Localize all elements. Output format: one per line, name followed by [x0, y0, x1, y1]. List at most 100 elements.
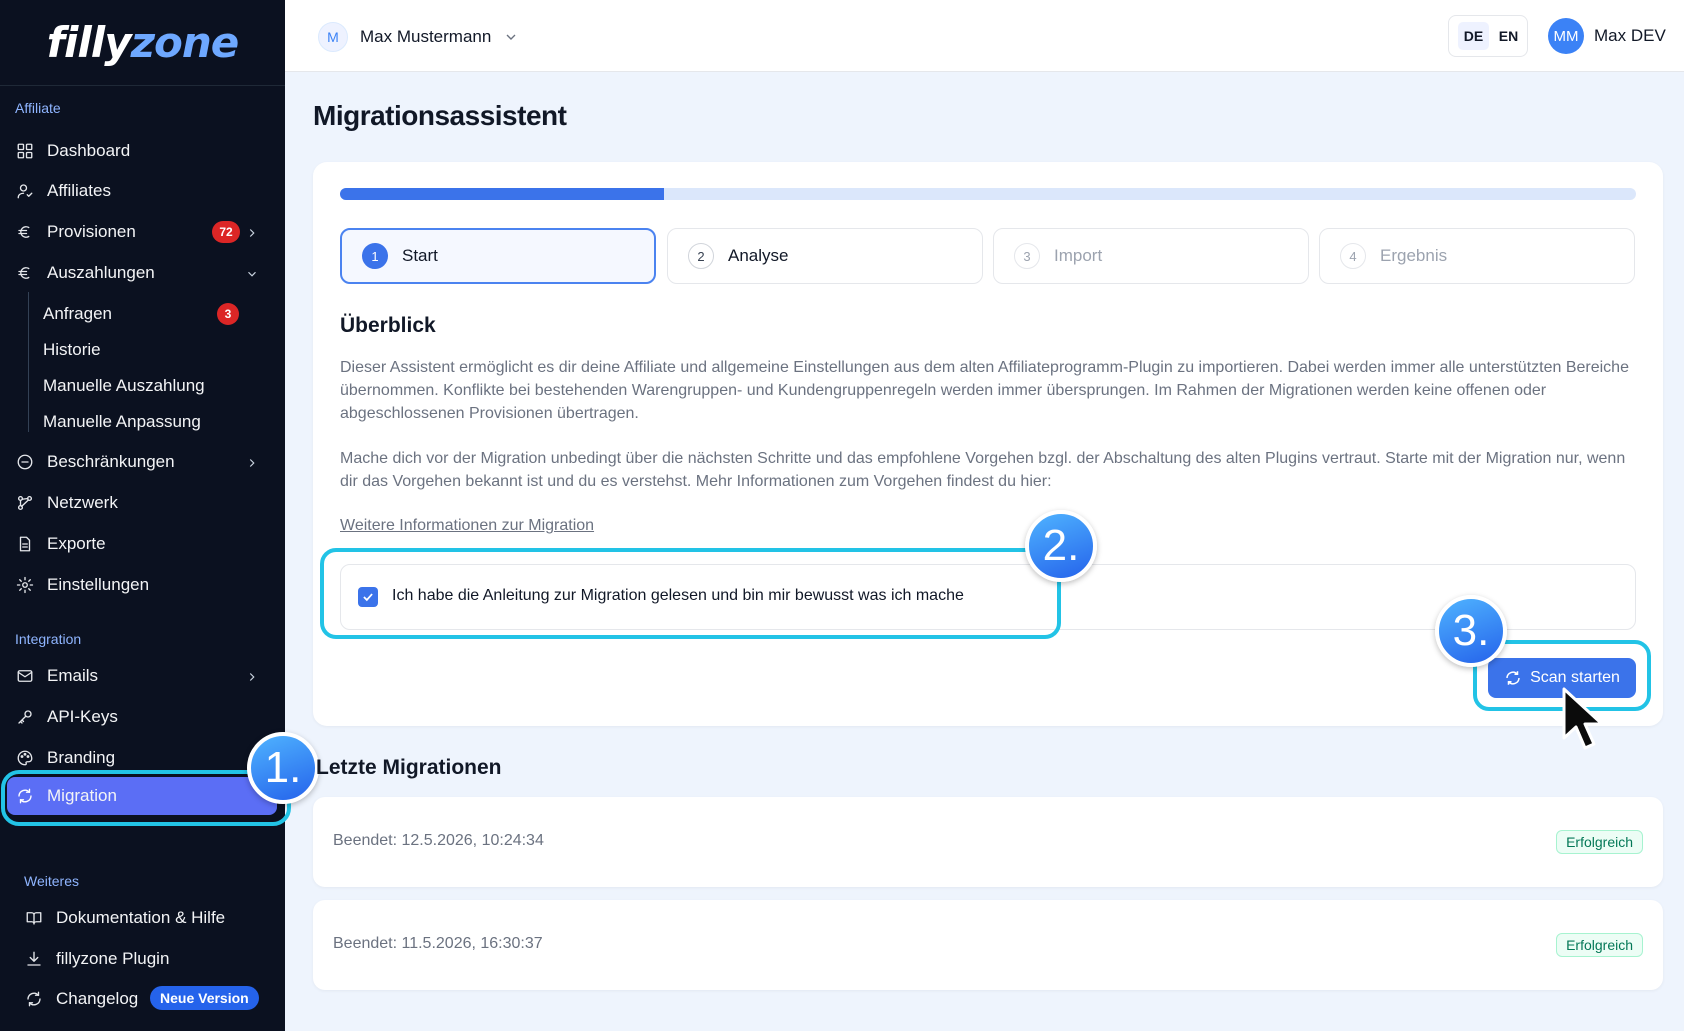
sidebar-item-dashboard[interactable]: Dashboard: [15, 133, 267, 169]
step-label: Import: [1054, 246, 1103, 265]
download-icon: [24, 949, 44, 969]
step-number: 1: [362, 243, 388, 269]
overview-paragraph-2: Mache dich vor der Migration unbedingt ü…: [340, 450, 1626, 490]
sidebar-item-emails[interactable]: Emails: [15, 658, 267, 694]
sidebar-item-affiliates[interactable]: Affiliates: [15, 173, 267, 209]
minus-circle-icon: [15, 452, 35, 472]
sidebar-item-auszahlungen[interactable]: Auszahlungen: [15, 255, 267, 291]
sidebar-item-label: Beschränkungen: [47, 452, 175, 471]
sidebar-subitem-historie[interactable]: Historie: [43, 340, 101, 360]
status-badge: Erfolgreich: [1556, 933, 1643, 957]
step-label: Analyse: [728, 246, 789, 265]
migration-row-text: Beendet: 12.5.2026, 10:24:34: [333, 832, 544, 849]
language-switch: DE EN: [1448, 15, 1528, 57]
sidebar-item-label: fillyzone Plugin: [56, 949, 170, 968]
sidebar-item-docs[interactable]: Dokumentation & Hilfe: [24, 900, 276, 936]
provisionen-count-badge: 72: [212, 221, 240, 243]
annotation-step-1: 1.: [247, 732, 319, 804]
step-tab-import[interactable]: 3 Import: [993, 228, 1309, 284]
grid-icon: [15, 141, 35, 161]
status-badge: Erfolgreich: [1556, 830, 1643, 854]
key-icon: [15, 707, 35, 727]
overview-paragraph-1: Dieser Assistent ermöglicht es dir deine…: [340, 359, 1629, 422]
sidebar-item-label: Einstellungen: [47, 575, 150, 594]
sidebar-item-label: Exporte: [47, 534, 106, 553]
sidebar: filly zone Affiliate Dashboard Affiliates…: [0, 0, 319, 1031]
sidebar-item-netzwerk[interactable]: Netzwerk: [15, 485, 267, 521]
step-number: 4: [1340, 243, 1366, 269]
account-menu[interactable]: MM Max DEV: [1548, 18, 1666, 54]
chevron-right-icon: [245, 669, 259, 683]
book-icon: [24, 908, 44, 928]
step-number: 2: [688, 243, 714, 269]
sidebar-item-api-keys[interactable]: API-Keys: [15, 699, 267, 735]
refresh-icon: [24, 989, 44, 1009]
user-name: Max Mustermann: [360, 27, 492, 46]
progress-bar-fill: [340, 188, 664, 200]
account-name: Max DEV: [1594, 26, 1666, 45]
user-selector[interactable]: M Max Mustermann: [318, 22, 519, 52]
section-label-integration: Integration: [15, 631, 82, 647]
last-migrations-heading: Letzte Migrationen: [316, 756, 502, 779]
gear-icon: [15, 575, 35, 595]
step-number: 3: [1014, 243, 1040, 269]
palette-icon: [15, 748, 35, 768]
chevron-down-icon: [245, 266, 259, 280]
account-avatar: MM: [1548, 18, 1584, 54]
annotation-step-2: 2.: [1025, 510, 1097, 582]
migration-row: Beendet: 11.5.2026, 16:30:37 Erfolgreich: [313, 900, 1663, 990]
sidebar-item-beschraenkungen[interactable]: Beschränkungen: [15, 444, 267, 480]
anfragen-count-badge: 3: [217, 303, 239, 325]
highlight-ring-checkbox: [320, 548, 1061, 639]
new-version-badge: Neue Version: [150, 986, 259, 1010]
page-title: Migrationsassistent: [313, 100, 567, 131]
sidebar-subitem-manuelle-auszahlung[interactable]: Manuelle Auszahlung: [43, 376, 205, 396]
migration-row-text: Beendet: 11.5.2026, 16:30:37: [333, 935, 543, 952]
sidebar-item-label: API-Keys: [47, 707, 118, 726]
chevron-right-icon: [245, 225, 259, 239]
network-icon: [15, 493, 35, 513]
step-tab-analyse[interactable]: 2 Analyse: [667, 228, 983, 284]
lang-de-button[interactable]: DE: [1457, 22, 1490, 50]
chevron-right-icon: [245, 455, 259, 469]
more-info-link[interactable]: Weitere Informationen zur Migration: [340, 517, 594, 535]
sidebar-item-plugin[interactable]: fillyzone Plugin: [24, 941, 276, 977]
step-tab-start[interactable]: 1 Start: [340, 228, 656, 284]
sidebar-item-einstellungen[interactable]: Einstellungen: [15, 567, 267, 603]
section-label-affiliate: Affiliate: [15, 100, 61, 116]
lang-en-button[interactable]: EN: [1499, 28, 1518, 44]
overview-heading: Überblick: [340, 314, 436, 337]
migration-row: Beendet: 12.5.2026, 10:24:34 Erfolgreich: [313, 797, 1663, 887]
step-label: Start: [402, 246, 438, 265]
sidebar-item-label: Provisionen: [47, 222, 136, 241]
sidebar-subitem-manuelle-anpassung[interactable]: Manuelle Anpassung: [43, 412, 201, 432]
sidebar-item-label: Branding: [47, 748, 116, 767]
mail-icon: [15, 666, 35, 686]
sidebar-item-label: Dokumentation & Hilfe: [56, 908, 226, 927]
chevron-down-icon: [506, 34, 516, 40]
sidebar-item-label: Emails: [47, 666, 99, 685]
euro-icon: [15, 222, 35, 242]
sidebar-item-exporte[interactable]: Exporte: [15, 526, 267, 562]
logo-text-filly: filly: [46, 18, 132, 67]
sidebar-item-label: Changelog: [56, 989, 139, 1008]
file-icon: [15, 534, 35, 554]
user-avatar: M: [318, 22, 348, 52]
sidebar-item-label: Dashboard: [47, 141, 131, 160]
section-label-more: Weiteres: [24, 873, 79, 889]
sidebar-item-label: Auszahlungen: [47, 263, 155, 282]
sidebar-subitem-anfragen[interactable]: Anfragen: [43, 304, 112, 324]
logo-text-zone: zone: [130, 18, 240, 67]
submenu-line: [28, 292, 29, 432]
euro-icon: [15, 263, 35, 283]
sidebar-item-label: Affiliates: [47, 181, 111, 200]
annotation-step-3: 3.: [1435, 595, 1507, 667]
sidebar-item-provisionen[interactable]: Provisionen 72: [15, 214, 267, 250]
top-header: M Max Mustermann DE EN MM Max DEV: [285, 0, 1684, 72]
highlight-ring-migration: [1, 770, 291, 826]
sidebar-item-label: Netzwerk: [47, 493, 118, 512]
progress-bar: [340, 188, 1636, 200]
logo[interactable]: filly zone: [0, 0, 285, 86]
step-label: Ergebnis: [1380, 246, 1448, 265]
step-tab-ergebnis[interactable]: 4 Ergebnis: [1319, 228, 1635, 284]
